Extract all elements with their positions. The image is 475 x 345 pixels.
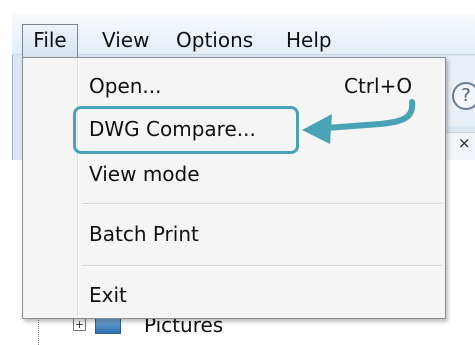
annotation-arrow-icon [302, 99, 416, 144]
menu-separator [82, 203, 442, 205]
menu-file[interactable]: File [22, 24, 78, 57]
menu-view[interactable]: View [96, 25, 155, 55]
menu-item-view-mode[interactable]: View mode [89, 162, 200, 186]
menu-item-open[interactable]: Open... [89, 74, 162, 98]
annotation-highlight-box [73, 106, 299, 154]
menu-item-batch-print[interactable]: Batch Print [89, 222, 199, 246]
expand-icon[interactable]: + [73, 318, 86, 331]
menu-gutter [77, 59, 79, 317]
menu-item-exit[interactable]: Exit [89, 283, 127, 307]
close-icon[interactable]: × [458, 134, 471, 152]
menu-options[interactable]: Options [170, 25, 259, 55]
help-icon[interactable]: ? [452, 82, 475, 110]
menu-help[interactable]: Help [280, 25, 338, 55]
menu-separator [82, 265, 442, 267]
